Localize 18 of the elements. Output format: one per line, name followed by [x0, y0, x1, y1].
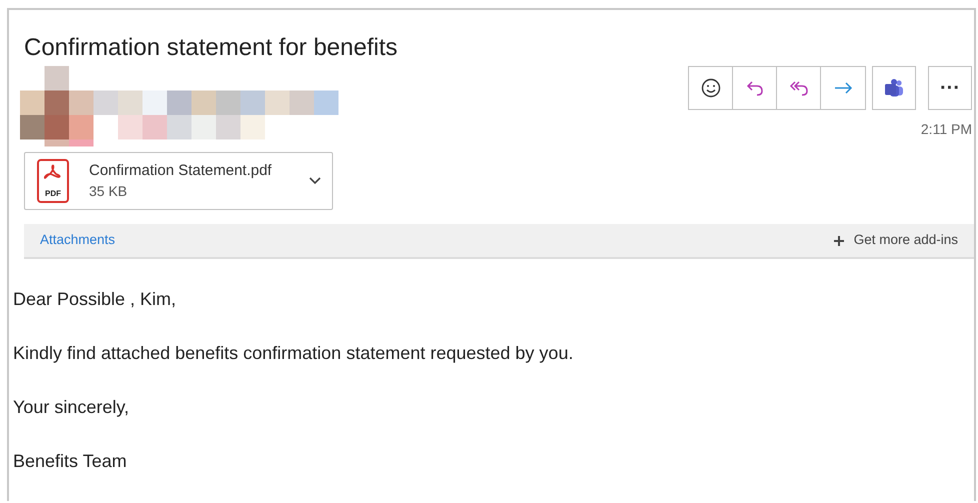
sent-time: 2:11 PM	[920, 120, 972, 139]
body-paragraph: Kindly find attached benefits confirmation statement requested by you.	[13, 342, 574, 364]
attachment-size: 35 KB	[89, 182, 128, 201]
more-button[interactable]: ···	[928, 66, 972, 110]
body-paragraph: Dear Possible , Kim,	[13, 288, 178, 310]
body-paragraph: Benefits Team	[13, 450, 128, 472]
plus-icon	[834, 236, 844, 246]
chevron-down-icon[interactable]	[308, 176, 322, 186]
attachment-name: Confirmation Statement.pdf	[89, 161, 272, 181]
smiley-icon	[700, 78, 720, 98]
teams-button[interactable]	[872, 66, 916, 110]
pdf-file-icon: PDF	[37, 159, 69, 203]
body-paragraph: Your sincerely,	[13, 396, 130, 418]
attachments-link[interactable]: Attachments	[40, 230, 116, 251]
attachment-card[interactable]: PDF Confirmation Statement.pdf 35 KB	[24, 152, 333, 210]
teams-icon	[884, 78, 904, 98]
email-subject: Confirmation statement for benefits	[24, 33, 398, 63]
get-add-ins-button[interactable]: Get more add-ins	[834, 230, 958, 251]
